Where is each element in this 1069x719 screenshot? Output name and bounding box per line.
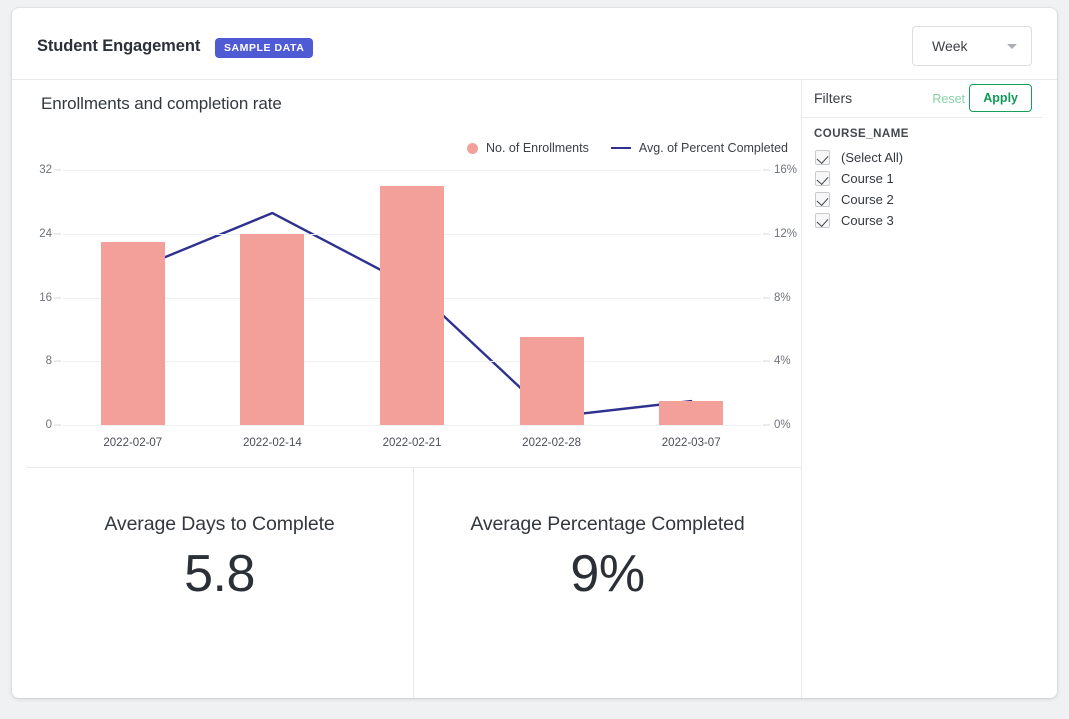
- checkbox-checked-icon[interactable]: [815, 192, 830, 207]
- y-axis-right-tick-mark: [763, 425, 770, 426]
- period-select[interactable]: Week: [912, 26, 1032, 66]
- x-axis-tick-label: 2022-03-07: [662, 437, 721, 449]
- y-axis-left-tick-mark: [54, 361, 61, 362]
- legend-label: No. of Enrollments: [486, 141, 589, 155]
- x-axis-tick-label: 2022-02-21: [383, 437, 442, 449]
- checkbox-checked-icon[interactable]: [815, 213, 830, 228]
- y-axis-left-tick-mark: [54, 425, 61, 426]
- chart-bar[interactable]: [659, 401, 723, 425]
- chevron-down-icon: [1007, 44, 1017, 49]
- apply-button[interactable]: Apply: [969, 84, 1032, 112]
- chart-gridline: [63, 170, 761, 171]
- filter-option-label: (Select All): [841, 150, 903, 165]
- kpi-value: 5.8: [26, 544, 413, 604]
- filter-option[interactable]: Course 3: [815, 213, 894, 228]
- legend-line-icon: [611, 147, 631, 150]
- checkbox-checked-icon[interactable]: [815, 171, 830, 186]
- period-select-value: Week: [932, 38, 968, 54]
- dashboard-header: Student Engagement SAMPLE DATA Week: [12, 8, 1057, 80]
- sample-data-badge: SAMPLE DATA: [215, 38, 313, 58]
- filter-option-label: Course 2: [841, 192, 894, 207]
- y-axis-left-tick: 8: [46, 355, 52, 367]
- filters-panel: Filters Reset Apply COURSE_NAME (Select …: [802, 80, 1043, 698]
- y-axis-right-tick-mark: [763, 297, 770, 298]
- legend-item-percent-completed: Avg. of Percent Completed: [611, 141, 788, 155]
- y-axis-right-tick-mark: [763, 233, 770, 234]
- legend-dot-icon: [467, 143, 478, 154]
- chart-legend: No. of Enrollments Avg. of Percent Compl…: [467, 141, 788, 155]
- x-axis-tick-label: 2022-02-28: [522, 437, 581, 449]
- filter-option-label: Course 3: [841, 213, 894, 228]
- chart-plot-area: 081624320%4%8%12%16%: [63, 170, 761, 425]
- kpi-card-average-days: Average Days to Complete 5.8: [26, 468, 414, 698]
- chart-card: Enrollments and completion rate No. of E…: [26, 80, 802, 468]
- kpi-card-average-percentage: Average Percentage Completed 9%: [414, 468, 802, 698]
- y-axis-left-tick-mark: [54, 233, 61, 234]
- filters-header: Filters Reset Apply: [802, 80, 1043, 118]
- dashboard-body: Enrollments and completion rate No. of E…: [12, 80, 1057, 698]
- chart-bar[interactable]: [240, 234, 304, 425]
- x-axis-tick-label: 2022-02-07: [103, 437, 162, 449]
- y-axis-left-tick: 24: [39, 228, 52, 240]
- y-axis-right-tick-mark: [763, 170, 770, 171]
- dashboard-window: Student Engagement SAMPLE DATA Week Enro…: [12, 8, 1057, 698]
- chart-bar[interactable]: [520, 337, 584, 425]
- content-pane: Enrollments and completion rate No. of E…: [12, 80, 802, 698]
- kpi-value: 9%: [414, 544, 801, 604]
- chart-gridline: [63, 425, 761, 426]
- legend-item-enrollments: No. of Enrollments: [467, 141, 589, 155]
- filters-title: Filters: [814, 90, 852, 106]
- reset-button[interactable]: Reset: [932, 92, 965, 106]
- filter-option[interactable]: Course 2: [815, 192, 894, 207]
- y-axis-right-tick-mark: [763, 361, 770, 362]
- y-axis-left-tick: 32: [39, 164, 52, 176]
- kpi-row: Average Days to Complete 5.8 Average Per…: [26, 468, 802, 698]
- y-axis-right-tick: 16%: [774, 164, 797, 176]
- chart-x-axis: 2022-02-07 2022-02-14 2022-02-21 2022-02-28…: [63, 437, 761, 457]
- page-title: Student Engagement: [37, 37, 200, 56]
- checkbox-checked-icon[interactable]: [815, 150, 830, 165]
- y-axis-left-tick-mark: [54, 297, 61, 298]
- x-axis-tick-label: 2022-02-14: [243, 437, 302, 449]
- y-axis-left-tick-mark: [54, 170, 61, 171]
- filter-option-label: Course 1: [841, 171, 894, 186]
- y-axis-right-tick: 0%: [774, 419, 791, 431]
- kpi-label: Average Percentage Completed: [414, 513, 801, 536]
- y-axis-left-tick: 16: [39, 292, 52, 304]
- chart-bar[interactable]: [101, 242, 165, 425]
- filter-option[interactable]: (Select All): [815, 150, 903, 165]
- chart-bar[interactable]: [380, 186, 444, 425]
- y-axis-right-tick: 4%: [774, 355, 791, 367]
- y-axis-right-tick: 8%: [774, 292, 791, 304]
- legend-label: Avg. of Percent Completed: [639, 141, 788, 155]
- kpi-label: Average Days to Complete: [26, 513, 413, 536]
- filter-group-label: COURSE_NAME: [814, 128, 909, 140]
- y-axis-right-tick: 12%: [774, 228, 797, 240]
- filter-option[interactable]: Course 1: [815, 171, 894, 186]
- y-axis-left-tick: 0: [46, 419, 52, 431]
- chart-title: Enrollments and completion rate: [41, 94, 282, 114]
